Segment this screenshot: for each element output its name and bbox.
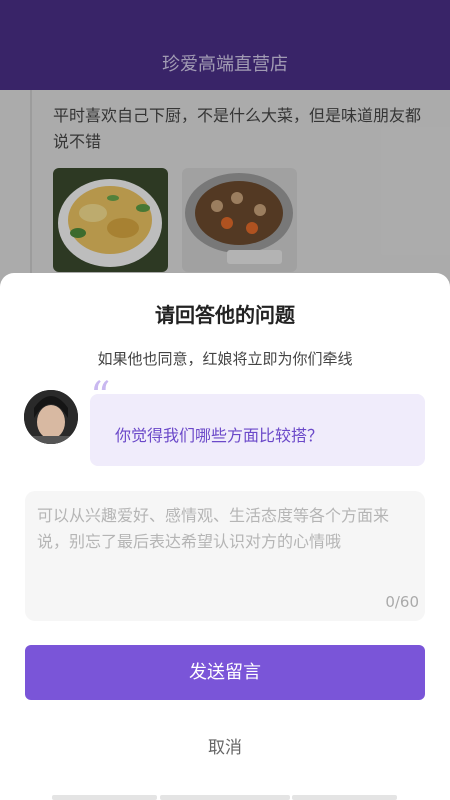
cancel-button[interactable]: 取消 [0, 733, 450, 758]
avatar [24, 390, 78, 444]
dialog-title: 请回答他的问题 [155, 303, 295, 327]
char-counter: 0/60 [385, 593, 419, 611]
message-placeholder: 可以从兴趣爱好、感情观、生活态度等各个方面来说，别忘了最后表达希望认识对方的心情… [37, 506, 390, 551]
question-dialog: 请回答他的问题 如果他也同意，红娘将立即为你们牵线 “ 你觉得我们哪些方面比较搭… [0, 273, 450, 800]
bottom-tab-indicator [52, 795, 157, 800]
question-text: 你觉得我们哪些方面比较搭？ [115, 426, 324, 445]
dialog-subtitle: 如果他也同意，红娘将立即为你们牵线 [97, 350, 353, 368]
message-input[interactable]: 可以从兴趣爱好、感情观、生活态度等各个方面来说，别忘了最后表达希望认识对方的心情… [25, 491, 425, 621]
send-message-button[interactable]: 发送留言 [25, 645, 425, 700]
question-bubble: 你觉得我们哪些方面比较搭？ [90, 394, 425, 466]
bottom-tab-indicator [160, 795, 290, 800]
bottom-tab-indicator [292, 795, 397, 800]
